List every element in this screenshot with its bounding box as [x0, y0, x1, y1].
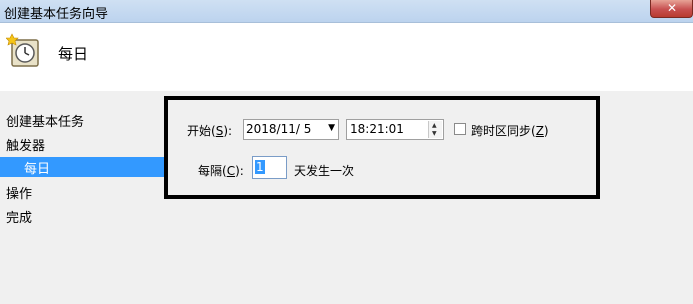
- step-label: 完成: [6, 211, 33, 226]
- step-action: 操作: [6, 183, 32, 202]
- step-label: 触发器: [6, 139, 46, 154]
- start-time-field[interactable]: 18:21:01 ▲ ▼: [346, 119, 444, 140]
- sync-timezone-label[interactable]: 跨时区同步(Z): [471, 122, 549, 139]
- highlight-frame: 开始(S): 2018/11/ 5 ▼ 18:21:01 ▲ ▼ 跨时区同步(Z…: [164, 96, 600, 199]
- task-clock-icon: [6, 33, 39, 67]
- recur-days-input[interactable]: 1: [252, 156, 287, 179]
- wizard-header: 每日: [0, 23, 693, 91]
- recur-suffix-label: 天发生一次: [294, 164, 355, 178]
- spin-up-icon[interactable]: ▲: [432, 122, 437, 129]
- spin-down-icon[interactable]: ▼: [432, 130, 437, 137]
- start-date-picker[interactable]: 2018/11/ 5 ▼: [243, 119, 339, 140]
- recur-days-value: 1: [255, 160, 265, 174]
- chevron-down-icon[interactable]: ▼: [328, 123, 335, 133]
- step-daily: 每日: [0, 157, 178, 177]
- close-icon: ✕: [667, 1, 678, 15]
- step-label: 每日: [24, 162, 51, 177]
- page-title: 每日: [58, 45, 89, 63]
- step-finish: 完成: [6, 207, 32, 226]
- step-create-basic-task: 创建基本任务: [6, 111, 84, 130]
- time-spinner[interactable]: ▲ ▼: [428, 121, 442, 138]
- window-title: 创建基本任务向导: [4, 7, 109, 22]
- start-time-value: 18:21:01: [350, 122, 404, 136]
- step-label: 创建基本任务: [6, 115, 85, 130]
- close-button[interactable]: ✕: [650, 0, 693, 18]
- sync-timezone-checkbox[interactable]: [454, 123, 466, 135]
- step-trigger: 触发器: [6, 135, 45, 154]
- recur-label: 每隔(C):: [198, 164, 244, 178]
- start-date-value: 2018/11/ 5: [246, 122, 312, 136]
- start-label: 开始(S):: [187, 124, 233, 138]
- step-label: 操作: [6, 187, 33, 202]
- title-bar: 创建基本任务向导 ✕: [0, 0, 693, 23]
